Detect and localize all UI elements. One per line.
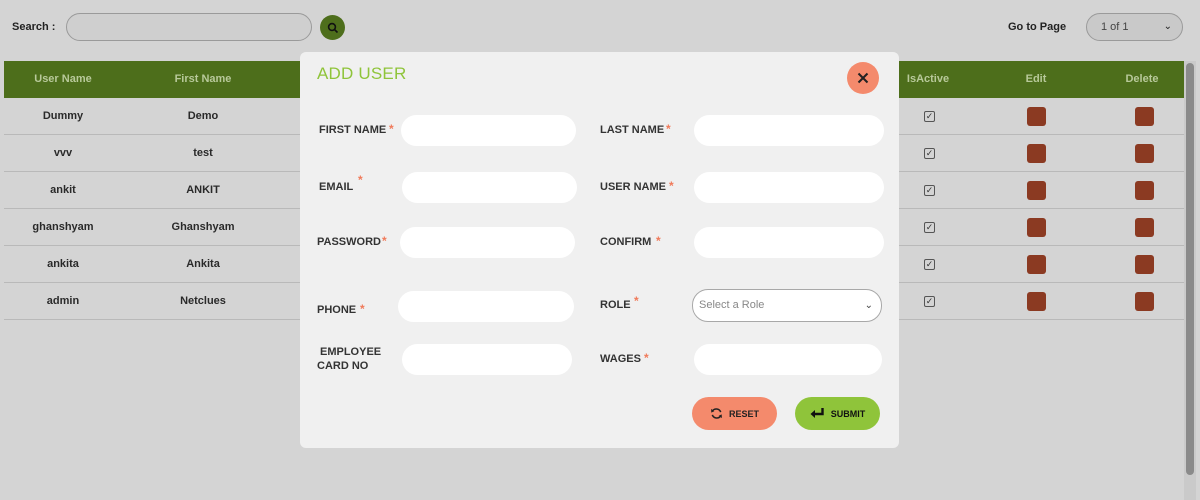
delete-button[interactable] <box>1135 255 1154 274</box>
delete-button[interactable] <box>1135 292 1154 311</box>
last-name-label: LAST NAME <box>600 124 665 136</box>
user-name-cell: ghanshyam <box>32 221 94 233</box>
edit-button[interactable] <box>1027 181 1046 200</box>
reset-button[interactable]: RESET <box>692 397 777 430</box>
edit-button[interactable] <box>1027 255 1046 274</box>
column-header[interactable]: User Name <box>4 61 122 98</box>
confirm-label: CONFIRM <box>600 236 652 248</box>
column-header: Delete <box>1125 73 1159 85</box>
password-input[interactable] <box>400 227 575 258</box>
required-marker: * <box>360 302 365 316</box>
employee-card-input[interactable] <box>402 344 572 375</box>
required-marker: * <box>666 122 671 136</box>
edit-button[interactable] <box>1027 107 1046 126</box>
user-name-cell: admin <box>46 295 80 307</box>
column-header: Edit <box>1025 73 1047 85</box>
user-name-cell: ankit <box>50 184 76 196</box>
first-name-cell: Demo <box>187 110 219 122</box>
search-button[interactable] <box>320 15 345 40</box>
email-label: EMAIL <box>319 181 354 193</box>
checkbox-icon[interactable]: ✓ <box>924 185 935 196</box>
enter-icon <box>810 408 824 418</box>
close-button[interactable] <box>847 62 879 94</box>
column-header[interactable]: IsActive <box>890 61 966 98</box>
modal-title: ADD USER <box>317 64 407 83</box>
topbar: Search : Go to Page 1 of 1 ⌄ <box>0 4 1200 50</box>
first-name-input[interactable] <box>401 115 576 146</box>
first-name-cell: Ghanshyam <box>171 221 235 233</box>
goto-page-value: 1 of 1 <box>1101 21 1129 33</box>
delete-button[interactable] <box>1135 181 1154 200</box>
employee-card-label-line1: EMPLOYEE <box>320 346 382 358</box>
chevron-down-icon: ⌄ <box>1163 21 1172 32</box>
search-input[interactable] <box>66 13 312 41</box>
wages-label: WAGES <box>600 353 641 365</box>
required-marker: * <box>644 351 649 365</box>
add-user-modal: ADD USER FIRST NAME * LAST NAME * EMAIL … <box>300 52 899 448</box>
user-name-label: USER NAME <box>600 181 667 193</box>
search-icon <box>327 22 338 33</box>
checkbox-icon[interactable]: ✓ <box>924 222 935 233</box>
required-marker: * <box>656 234 661 248</box>
user-name-input[interactable] <box>694 172 884 203</box>
refresh-icon <box>711 408 722 419</box>
first-name-cell: Ankita <box>186 258 220 270</box>
submit-label: SUBMIT <box>830 408 866 419</box>
required-marker: * <box>669 179 674 193</box>
checkbox-icon[interactable]: ✓ <box>924 259 935 270</box>
reset-label: RESET <box>728 408 759 419</box>
close-icon <box>857 72 869 84</box>
vertical-scrollbar[interactable] <box>1184 61 1196 500</box>
checkbox-icon[interactable]: ✓ <box>924 111 935 122</box>
first-name-cell: test <box>193 147 213 159</box>
edit-button[interactable] <box>1027 292 1046 311</box>
delete-button[interactable] <box>1135 107 1154 126</box>
user-name-cell: Dummy <box>42 110 84 122</box>
first-name-label: FIRST NAME <box>319 124 387 136</box>
confirm-password-input[interactable] <box>694 227 884 258</box>
checkbox-icon[interactable]: ✓ <box>924 296 935 307</box>
required-marker: * <box>634 294 639 308</box>
submit-button[interactable]: SUBMIT <box>795 397 880 430</box>
search-label: Search : <box>12 21 56 33</box>
required-marker: * <box>382 234 387 248</box>
email-input[interactable] <box>402 172 577 203</box>
phone-input[interactable] <box>398 291 574 322</box>
delete-button[interactable] <box>1135 144 1154 163</box>
edit-button[interactable] <box>1027 218 1046 237</box>
first-name-cell: Netclues <box>180 295 226 307</box>
user-name-cell: ankita <box>47 258 79 270</box>
edit-button[interactable] <box>1027 144 1046 163</box>
chevron-down-icon: ⌄ <box>864 300 873 311</box>
checkbox-icon[interactable]: ✓ <box>924 148 935 159</box>
goto-page-label: Go to Page <box>1008 21 1067 33</box>
required-marker: * <box>358 173 363 187</box>
role-select[interactable]: Select a Role ⌄ <box>692 289 882 322</box>
password-label: PASSWORD <box>317 236 381 248</box>
goto-page-select[interactable]: 1 of 1 ⌄ <box>1086 13 1183 41</box>
user-name-cell: vvv <box>53 147 73 159</box>
first-name-cell: ANKIT <box>186 184 220 196</box>
employee-card-label-line2: CARD NO <box>317 360 369 372</box>
column-header[interactable]: First Name <box>144 61 262 98</box>
role-label: ROLE <box>600 299 631 311</box>
last-name-input[interactable] <box>694 115 884 146</box>
required-marker: * <box>389 122 394 136</box>
scrollbar-thumb[interactable] <box>1186 63 1194 475</box>
role-select-value: Select a Role <box>699 299 765 311</box>
delete-button[interactable] <box>1135 218 1154 237</box>
wages-input[interactable] <box>694 344 882 375</box>
phone-label: PHONE <box>317 304 357 316</box>
